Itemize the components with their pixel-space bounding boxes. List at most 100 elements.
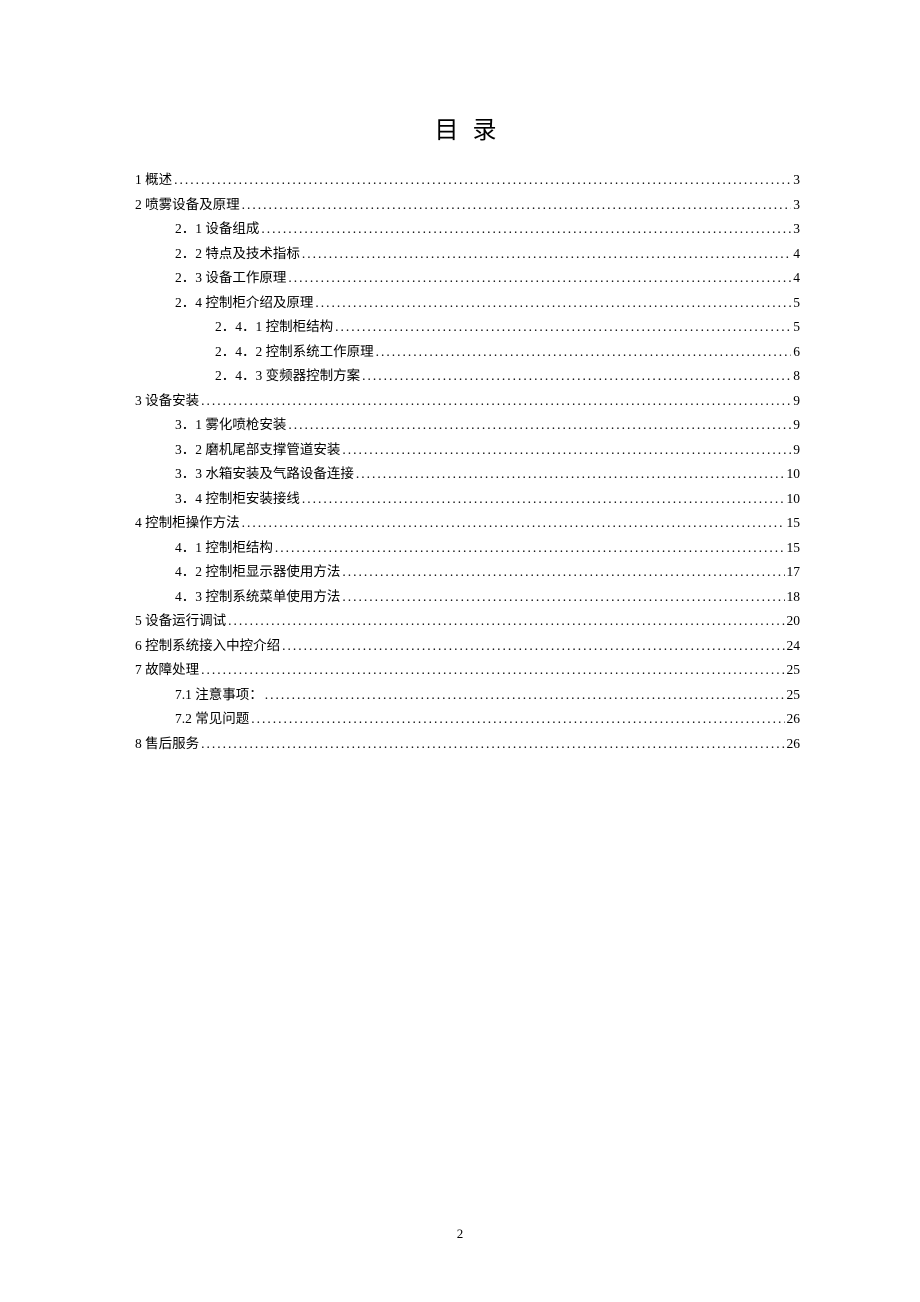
toc-leader-dots	[242, 516, 785, 530]
toc-entry-label: 6 控制系统接入中控介绍	[135, 639, 280, 653]
page-number: 2	[0, 1226, 920, 1242]
toc-entry-page: 17	[787, 565, 801, 579]
toc-entry-page: 15	[787, 541, 801, 555]
toc-leader-dots	[228, 614, 784, 628]
toc-entry-page: 8	[793, 369, 800, 383]
toc-entry-page: 18	[787, 590, 801, 604]
toc-entry-label: 3．3 水箱安装及气路设备连接	[175, 467, 354, 481]
document-page: 目 录 1 概述 3 2 喷雾设备及原理 3 2．1 设备组成 3 2．2 特点及技术指标 4…	[0, 0, 920, 821]
toc-entry[interactable]: 3．2 磨机尾部支撑管道安装 9	[135, 443, 800, 457]
toc-entry-label: 4．1 控制柜结构	[175, 541, 273, 555]
toc-entry[interactable]: 3．1 雾化喷枪安装 9	[135, 418, 800, 432]
toc-entry[interactable]: 2 喷雾设备及原理 3	[135, 198, 800, 212]
toc-leader-dots	[376, 345, 792, 359]
toc-entry-page: 4	[793, 247, 800, 261]
toc-leader-dots	[201, 394, 791, 408]
toc-entry-page: 25	[787, 663, 801, 677]
toc-entry-label: 3．2 磨机尾部支撑管道安装	[175, 443, 340, 457]
toc-entry-page: 10	[787, 492, 801, 506]
toc-entry-label: 1 概述	[135, 173, 172, 187]
toc-title: 目 录	[135, 110, 800, 145]
toc-entry-page: 6	[793, 345, 800, 359]
toc-entry-page: 10	[787, 467, 801, 481]
toc-leader-dots	[265, 688, 785, 702]
toc-entry[interactable]: 2．2 特点及技术指标 4	[135, 247, 800, 261]
toc-entry-page: 4	[793, 271, 800, 285]
toc-leader-dots	[251, 712, 784, 726]
toc-entry-label: 2．1 设备组成	[175, 222, 259, 236]
toc-entry-label: 4．2 控制柜显示器使用方法	[175, 565, 340, 579]
toc-leader-dots	[335, 320, 791, 334]
toc-leader-dots	[342, 443, 791, 457]
toc-entry-label: 2．4．2 控制系统工作原理	[215, 345, 374, 359]
toc-entry-label: 7 故障处理	[135, 663, 199, 677]
toc-entry-label: 2．4．3 变频器控制方案	[215, 369, 360, 383]
toc-entry-page: 3	[793, 173, 800, 187]
toc-entry-page: 5	[793, 320, 800, 334]
toc-entry-label: 3．4 控制柜安装接线	[175, 492, 300, 506]
toc-entry-page: 5	[793, 296, 800, 310]
toc-entry-label: 3 设备安装	[135, 394, 199, 408]
toc-leader-dots	[242, 198, 792, 212]
toc-entry-page: 3	[793, 198, 800, 212]
toc-entry-page: 9	[793, 443, 800, 457]
toc-leader-dots	[288, 271, 791, 285]
toc-entry[interactable]: 4．3 控制系统菜单使用方法 18	[135, 590, 800, 604]
toc-entry[interactable]: 1 概述 3	[135, 173, 800, 187]
toc-entry[interactable]: 7.2 常见问题 26	[135, 712, 800, 726]
toc-leader-dots	[174, 173, 791, 187]
toc-entry-page: 20	[787, 614, 801, 628]
toc-entry-page: 3	[793, 222, 800, 236]
toc-entry[interactable]: 6 控制系统接入中控介绍 24	[135, 639, 800, 653]
toc-leader-dots	[356, 467, 785, 481]
toc-entry-label: 7.1 注意事项：	[175, 688, 263, 702]
toc-entry[interactable]: 2．4 控制柜介绍及原理 5	[135, 296, 800, 310]
toc-entry-label: 8 售后服务	[135, 737, 199, 751]
toc-entry[interactable]: 4 控制柜操作方法 15	[135, 516, 800, 530]
toc-entry[interactable]: 4．1 控制柜结构 15	[135, 541, 800, 555]
toc-entry[interactable]: 3．3 水箱安装及气路设备连接 10	[135, 467, 800, 481]
toc-entry[interactable]: 3．4 控制柜安装接线 10	[135, 492, 800, 506]
toc-leader-dots	[201, 737, 784, 751]
toc-entry[interactable]: 7.1 注意事项： 25	[135, 688, 800, 702]
toc-leader-dots	[302, 247, 791, 261]
toc-leader-dots	[261, 222, 791, 236]
toc-entry[interactable]: 4．2 控制柜显示器使用方法 17	[135, 565, 800, 579]
toc-entry-label: 7.2 常见问题	[175, 712, 249, 726]
toc-entry-label: 4．3 控制系统菜单使用方法	[175, 590, 340, 604]
toc-entry-page: 9	[793, 418, 800, 432]
toc-leader-dots	[362, 369, 791, 383]
toc-entry-label: 3．1 雾化喷枪安装	[175, 418, 286, 432]
toc-entry-label: 2．4 控制柜介绍及原理	[175, 296, 313, 310]
toc-entry-label: 2．3 设备工作原理	[175, 271, 286, 285]
toc-entry-page: 26	[787, 712, 801, 726]
toc-entry-page: 26	[787, 737, 801, 751]
toc-leader-dots	[342, 565, 784, 579]
toc-entry-page: 15	[787, 516, 801, 530]
toc-entry[interactable]: 2．4．1 控制柜结构 5	[135, 320, 800, 334]
toc-entry[interactable]: 7 故障处理 25	[135, 663, 800, 677]
toc-entry[interactable]: 3 设备安装 9	[135, 394, 800, 408]
toc-leader-dots	[282, 639, 784, 653]
toc-entry-label: 2．4．1 控制柜结构	[215, 320, 333, 334]
toc-entry[interactable]: 2．4．3 变频器控制方案 8	[135, 369, 800, 383]
toc-leader-dots	[201, 663, 784, 677]
toc-entry[interactable]: 5 设备运行调试 20	[135, 614, 800, 628]
toc-entry-label: 2 喷雾设备及原理	[135, 198, 240, 212]
toc-entry-page: 25	[787, 688, 801, 702]
toc-entry[interactable]: 2．3 设备工作原理 4	[135, 271, 800, 285]
toc-leader-dots	[315, 296, 791, 310]
toc-entry[interactable]: 8 售后服务 26	[135, 737, 800, 751]
toc-entry-label: 5 设备运行调试	[135, 614, 226, 628]
toc-leader-dots	[288, 418, 791, 432]
toc-entry-label: 2．2 特点及技术指标	[175, 247, 300, 261]
toc-leader-dots	[302, 492, 785, 506]
table-of-contents: 1 概述32 喷雾设备及原理32．1 设备组成32．2 特点及技术指标42．3 …	[135, 173, 800, 750]
toc-entry[interactable]: 2．4．2 控制系统工作原理 6	[135, 345, 800, 359]
toc-leader-dots	[275, 541, 785, 555]
toc-entry-page: 24	[787, 639, 801, 653]
toc-entry-label: 4 控制柜操作方法	[135, 516, 240, 530]
toc-entry-page: 9	[793, 394, 800, 408]
toc-leader-dots	[342, 590, 784, 604]
toc-entry[interactable]: 2．1 设备组成 3	[135, 222, 800, 236]
